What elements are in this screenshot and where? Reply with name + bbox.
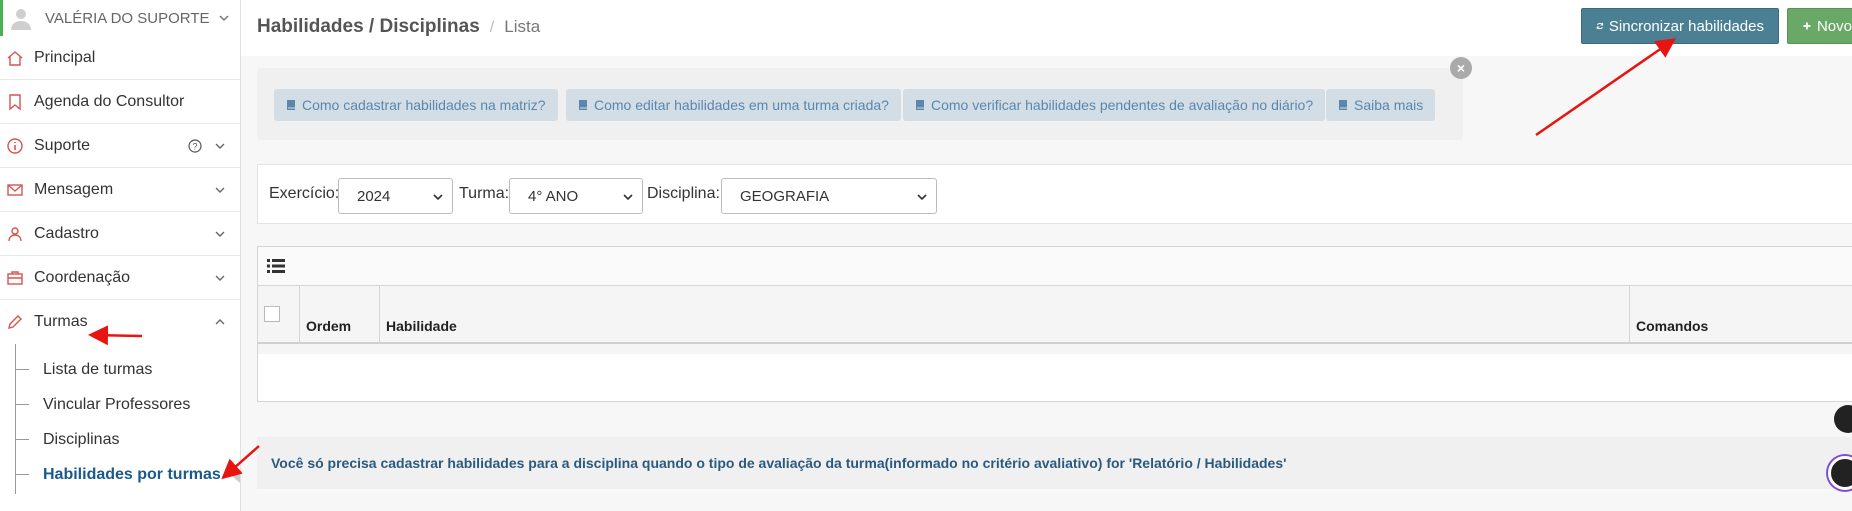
info-icon: [7, 137, 23, 154]
chevron-down-icon: [215, 275, 225, 281]
sidebar-item-label: Principal: [34, 48, 96, 66]
exercicio-select[interactable]: 2024: [338, 178, 453, 214]
close-help-button[interactable]: ×: [1450, 57, 1472, 79]
book-icon: [916, 100, 924, 110]
user-menu[interactable]: VALÉRIA DO SUPORTE: [0, 0, 240, 36]
column-header-habilidade[interactable]: Habilidade: [380, 286, 1630, 342]
select-all-checkbox[interactable]: [264, 306, 280, 322]
svg-text:?: ?: [192, 141, 197, 151]
book-icon: [1339, 100, 1347, 110]
floating-button[interactable]: [1834, 405, 1852, 433]
sidebar-item-label: Cadastro: [34, 224, 99, 242]
submenu-label: Disciplinas: [43, 430, 120, 448]
column-label: Comandos: [1636, 318, 1709, 334]
help-link-label: Como editar habilidades em uma turma cri…: [594, 97, 889, 113]
page-title-text: Habilidades / Disciplinas: [257, 16, 480, 37]
briefcase-icon: [7, 270, 23, 285]
disciplina-label: Disciplina:: [647, 185, 720, 202]
column-label: Ordem: [306, 318, 352, 334]
sidebar-item-agenda[interactable]: Agenda do Consultor: [0, 80, 240, 124]
table-header: Ordem Habilidade Comandos: [258, 286, 1852, 344]
chevron-down-icon: [623, 194, 633, 201]
sidebar-item-label: Agenda do Consultor: [34, 92, 185, 110]
book-icon: [579, 100, 587, 110]
help-link-verificar[interactable]: Como verificar habilidades pendentes de …: [903, 89, 1326, 121]
skills-table: Ordem Habilidade Comandos: [257, 246, 1852, 402]
help-link-editar[interactable]: Como editar habilidades em uma turma cri…: [566, 89, 901, 121]
sidebar-item-label: Turmas: [34, 313, 88, 330]
sidebar-item-coordenacao[interactable]: Coordenação: [0, 256, 240, 300]
sidebar-item-turmas[interactable]: Turmas: [0, 300, 240, 344]
column-label: Habilidade: [386, 318, 457, 334]
sidebar-item-label: Suporte: [34, 136, 91, 154]
column-header-ordem[interactable]: Ordem: [300, 286, 380, 342]
submenu-item-lista-turmas[interactable]: Lista de turmas: [0, 352, 240, 387]
chevron-down-icon: [433, 194, 443, 201]
sidebar-item-suporte[interactable]: Suporte ?: [0, 124, 240, 168]
sidebar-item-label: Mensagem: [34, 180, 114, 198]
list-icon[interactable]: [267, 259, 285, 273]
filter-bar: Exercício: 2024 Turma: 4° ANO Disciplina…: [257, 164, 1852, 224]
table-empty-row: [258, 344, 1852, 354]
person-icon: [8, 226, 22, 241]
home-icon: [7, 50, 23, 66]
help-link-saiba-mais[interactable]: Saiba mais: [1326, 89, 1436, 121]
exercicio-label: Exercício:: [269, 185, 340, 202]
help-link-label: Como verificar habilidades pendentes de …: [931, 97, 1314, 113]
help-icon[interactable]: ?: [188, 138, 202, 153]
sidebar-item-mensagem[interactable]: Mensagem: [0, 168, 240, 212]
new-button[interactable]: Novo: [1787, 8, 1852, 44]
turma-value: 4° ANO: [528, 187, 579, 205]
book-icon: [287, 100, 295, 110]
submenu-item-habilidades-turmas[interactable]: Habilidades por turmas: [0, 457, 240, 492]
bookmark-icon: [9, 93, 21, 110]
refresh-icon: [1596, 22, 1604, 30]
user-avatar-icon: [11, 9, 31, 30]
main-content: Habilidades / Disciplinas / Lista Sincroni…: [241, 0, 1852, 511]
turma-label: Turma:: [459, 185, 510, 202]
submenu-item-disciplinas[interactable]: Disciplinas: [0, 422, 240, 457]
select-all-cell: [258, 286, 300, 342]
breadcrumb-current: Lista: [504, 17, 541, 36]
submenu-item-vincular-professores[interactable]: Vincular Professores: [0, 387, 240, 422]
new-label: Novo: [1816, 17, 1852, 35]
top-bar: Habilidades / Disciplinas / Lista Sincroni…: [241, 0, 1852, 56]
submenu-label: Lista de turmas: [43, 360, 153, 378]
help-link-label: Saiba mais: [1354, 97, 1424, 113]
chevron-down-icon: [215, 143, 225, 149]
help-link-label: Como cadastrar habilidades na matriz?: [302, 97, 546, 113]
user-name: VALÉRIA DO SUPORTE: [45, 9, 210, 27]
chevron-down-icon: [215, 187, 225, 193]
sync-skills-label: Sincronizar habilidades: [1608, 17, 1764, 35]
column-header-comandos[interactable]: Comandos: [1630, 286, 1852, 342]
sidebar-item-principal[interactable]: Principal: [0, 36, 240, 80]
info-message: Você só precisa cadastrar habilidades pa…: [257, 437, 1852, 489]
page-title: Habilidades / Disciplinas / Lista: [257, 16, 540, 38]
plus-icon: [1803, 22, 1811, 30]
pencil-icon: [8, 315, 22, 329]
chevron-up-icon: [215, 319, 225, 325]
help-link-cadastrar[interactable]: Como cadastrar habilidades na matriz?: [274, 89, 558, 121]
sidebar: VALÉRIA DO SUPORTE Principal Agenda do C…: [0, 0, 241, 511]
disciplina-value: GEOGRAFIA: [740, 187, 830, 205]
sidebar-item-label: Coordenação: [34, 268, 131, 286]
active-caret: [232, 469, 240, 483]
chevron-down-icon: [917, 194, 927, 201]
chevron-down-icon: [218, 15, 229, 22]
disciplina-select[interactable]: GEOGRAFIA: [721, 178, 937, 214]
turmas-submenu: Lista de turmas Vincular Professores Dis…: [0, 344, 240, 494]
sync-skills-button[interactable]: Sincronizar habilidades: [1581, 8, 1779, 44]
submenu-label: Habilidades por turmas: [43, 465, 221, 483]
sidebar-item-cadastro[interactable]: Cadastro: [0, 212, 240, 256]
table-toolbar: [258, 247, 1852, 286]
breadcrumb-separator: /: [489, 19, 495, 36]
submenu-label: Vincular Professores: [43, 395, 191, 413]
exercicio-value: 2024: [357, 187, 391, 205]
envelope-icon: [7, 183, 23, 196]
turma-select[interactable]: 4° ANO: [509, 178, 643, 214]
chevron-down-icon: [215, 231, 225, 237]
